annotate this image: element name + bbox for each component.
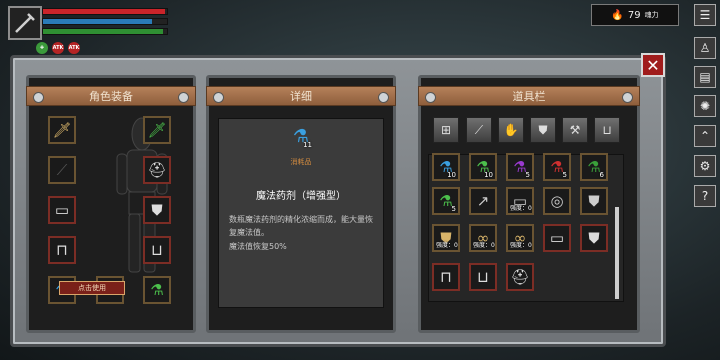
- green-sword-icon: 🗡: [147, 121, 167, 139]
- tab-boots-icon[interactable]: ⊔: [594, 117, 620, 143]
- tab-tools-icon[interactable]: ⚒: [562, 117, 588, 143]
- inv-slot[interactable]: ⚗ 5: [543, 153, 571, 181]
- help-icon[interactable]: ?: [694, 185, 716, 207]
- boots-icon: ⊔: [151, 241, 163, 259]
- menu-icon[interactable]: ☰: [694, 4, 716, 26]
- slot-helmet[interactable]: ⛑: [143, 156, 171, 184]
- item-name: 魔法药剂（增强型）: [256, 191, 346, 202]
- inv-slot[interactable]: ⊔: [469, 263, 497, 291]
- inv-slot[interactable]: ▭ 强度：0: [506, 187, 534, 215]
- mana-potion-icon: ⚗ 11: [292, 125, 312, 150]
- inv-slot[interactable]: ⛊: [580, 224, 608, 252]
- detail-title: 详细: [206, 86, 396, 106]
- slot-legs[interactable]: ⊓: [48, 236, 76, 264]
- item-category: 消耗品: [290, 158, 312, 166]
- tab-armor-icon[interactable]: ⛊: [530, 117, 556, 143]
- tab-basket-icon[interactable]: ⊞: [433, 117, 459, 143]
- slot-weapon-alt[interactable]: 🗡: [143, 116, 171, 144]
- pants-icon: ⊓: [440, 268, 452, 286]
- buff-list: ✚ ATK ATK: [36, 42, 80, 54]
- inv-slot[interactable]: ⚗ 5: [506, 153, 534, 181]
- slot-gloves[interactable]: ▭: [48, 196, 76, 224]
- use-button[interactable]: 点击使用: [59, 281, 125, 295]
- arrow-icon: ↗: [476, 192, 490, 210]
- inv-slot[interactable]: ⚗ 5: [432, 187, 460, 215]
- item-detail-card: ⚗ 11 消耗品 魔法药剂（增强型） 数瓶魔法药剂的精化浓缩而成，能大量恢复魔法值…: [218, 118, 384, 308]
- inv-slot[interactable]: ⛊ 强度：0: [432, 224, 460, 252]
- settings-icon[interactable]: ⚙: [694, 155, 716, 177]
- slot-weapon-main[interactable]: 🗡: [48, 116, 76, 144]
- sword-icon: 🗡: [52, 121, 72, 139]
- slot-boots[interactable]: ⊔: [143, 236, 171, 264]
- item-description: 数瓶魔法药剂的精化浓缩而成，能大量恢复魔法值。: [229, 215, 373, 237]
- bracer-icon: ▭: [54, 201, 70, 219]
- inventory-scrollbar[interactable]: [615, 207, 619, 299]
- power-value: 79: [627, 9, 641, 21]
- boots-icon: ⊔: [477, 268, 489, 286]
- item-effect: 魔法值恢复50%: [229, 242, 287, 251]
- power-label: 魂力: [644, 11, 659, 19]
- slot-armor[interactable]: ⛊: [143, 196, 171, 224]
- helmet-icon: ⛑: [510, 268, 530, 286]
- rank-icon[interactable]: ⌃: [694, 125, 716, 147]
- inv-slot[interactable]: ◎: [543, 187, 571, 215]
- buff-atk-icon[interactable]: ATK: [52, 42, 64, 54]
- map-icon[interactable]: ▤: [694, 66, 716, 88]
- inv-slot[interactable]: ▭: [543, 224, 571, 252]
- inv-slot[interactable]: ⛊: [580, 187, 608, 215]
- inv-slot[interactable]: ⊓: [432, 263, 460, 291]
- armor-icon: ⛊: [588, 192, 600, 210]
- buff-atk-icon[interactable]: ATK: [68, 42, 80, 54]
- armor-icon: ⛊: [151, 201, 163, 219]
- helmet-icon: ⛑: [147, 161, 167, 179]
- inv-slot[interactable]: ⛑: [506, 263, 534, 291]
- green-potion-icon: ⚗: [150, 281, 164, 299]
- inv-slot[interactable]: ⚗ 10: [469, 153, 497, 181]
- equipment-title: 角色装备: [26, 86, 196, 106]
- tab-weapon-icon[interactable]: ⟋: [466, 117, 492, 143]
- inv-slot[interactable]: ⚗ 6: [580, 153, 608, 181]
- stamina-bar: [42, 28, 168, 35]
- inv-slot[interactable]: ⚗ 10: [432, 153, 460, 181]
- armor-icon: ⛊: [588, 229, 600, 247]
- weapon-sword-icon[interactable]: [8, 6, 42, 40]
- inventory-title: 道具栏: [418, 86, 640, 106]
- bracer-icon: ▭: [549, 229, 565, 247]
- flame-icon: 🔥: [611, 9, 624, 21]
- inv-slot[interactable]: ↗: [469, 187, 497, 215]
- compass-icon[interactable]: ✺: [694, 95, 716, 117]
- power-display: 🔥 79 魂力: [591, 4, 679, 26]
- inv-slot[interactable]: ∞ 强度：0: [506, 224, 534, 252]
- pants-icon: ⊓: [56, 241, 68, 259]
- tab-gloves-icon[interactable]: ✋: [498, 117, 524, 143]
- health-bar: [42, 8, 168, 15]
- buff-heal-icon[interactable]: ✚: [36, 42, 48, 54]
- mask-icon: ◎: [550, 192, 564, 210]
- claw-icon: ⟋: [56, 161, 68, 179]
- close-icon[interactable]: ✕: [641, 53, 665, 77]
- slot-potion-3[interactable]: ⚗: [143, 276, 171, 304]
- character-icon[interactable]: ♙: [694, 37, 716, 59]
- slot-offhand[interactable]: ⟋: [48, 156, 76, 184]
- inv-slot[interactable]: ∞ 强度：0: [469, 224, 497, 252]
- mana-bar: [42, 18, 168, 25]
